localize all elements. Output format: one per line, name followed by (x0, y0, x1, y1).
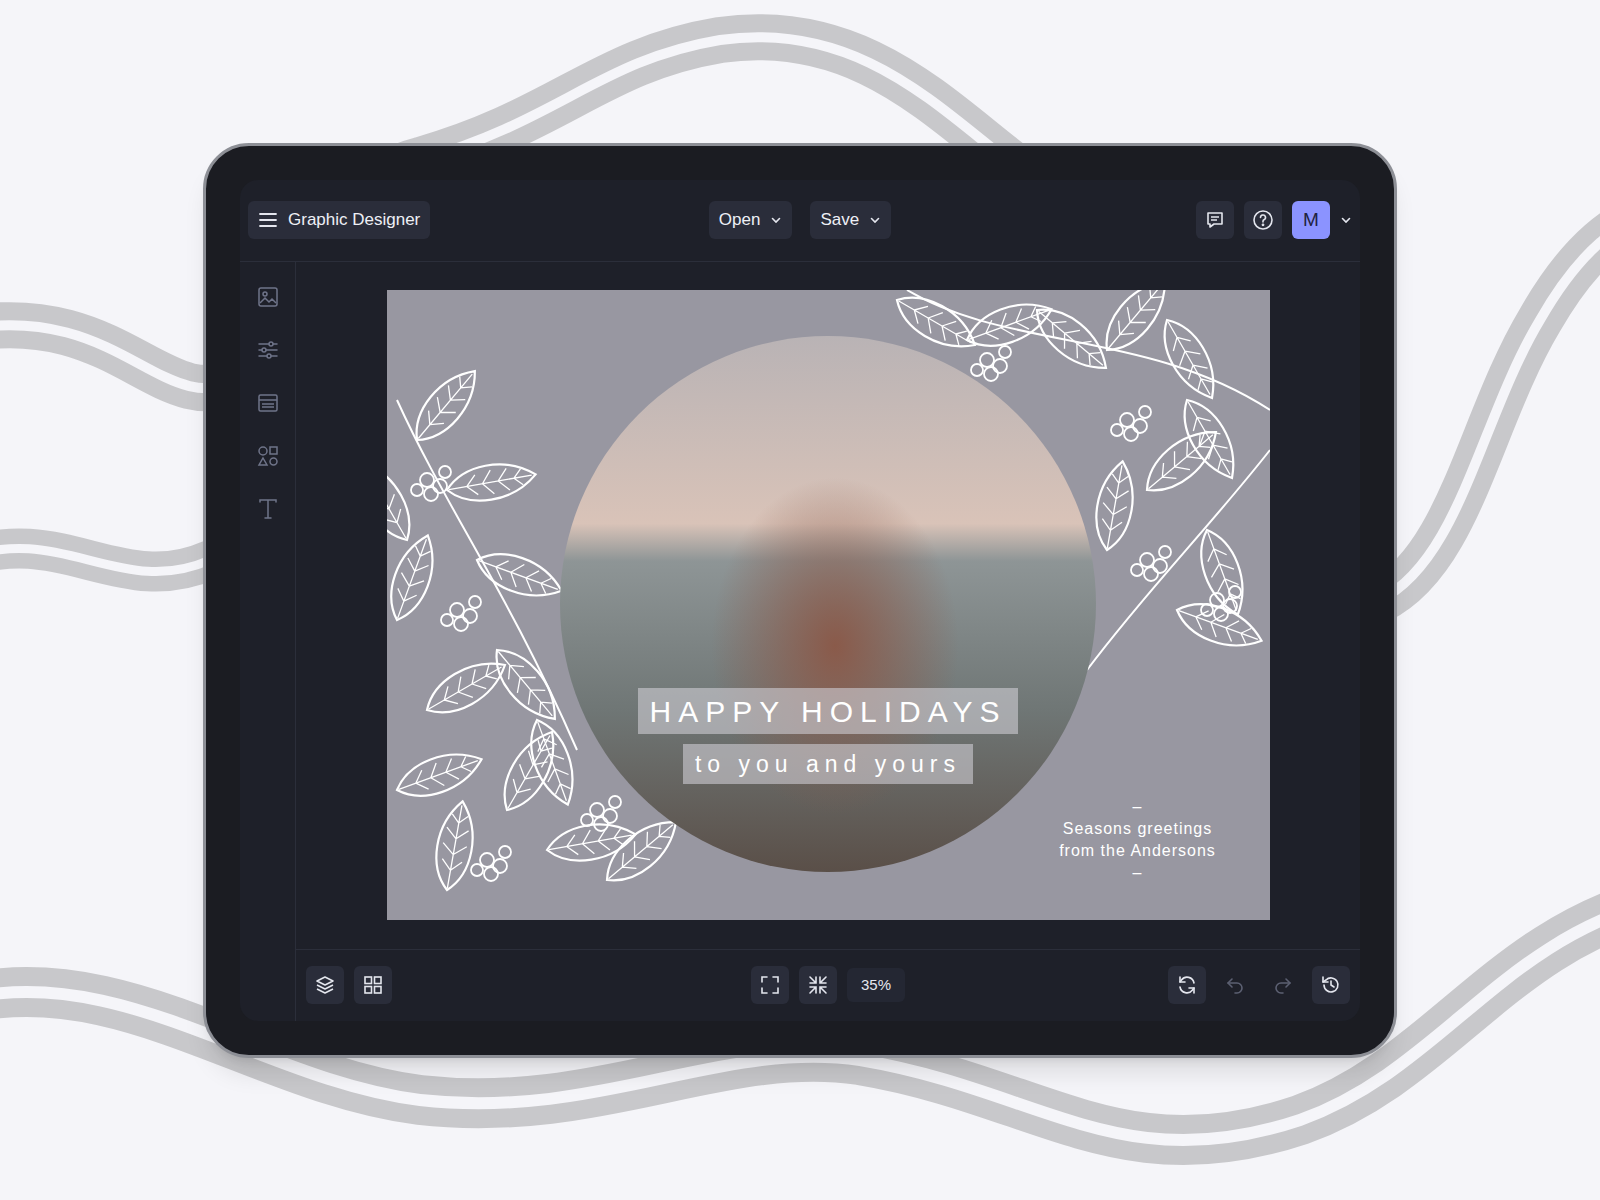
photo[interactable] (560, 336, 1096, 872)
canvas-area: HAPPY HOLIDAYS to you and yours – Season… (296, 262, 1360, 949)
chevron-down-icon (770, 214, 782, 226)
history-icon (1320, 974, 1342, 996)
app-menu-button[interactable]: Graphic Designer (248, 201, 430, 239)
top-bar: Graphic Designer Open Save M (240, 180, 1360, 262)
undo-button[interactable] (1216, 966, 1254, 1004)
chevron-down-icon[interactable] (1340, 214, 1352, 226)
comments-button[interactable] (1196, 201, 1234, 239)
tablet: Graphic Designer Open Save M (203, 143, 1397, 1058)
layers-button[interactable] (306, 966, 344, 1004)
app-title: Graphic Designer (288, 207, 420, 233)
design-card[interactable]: HAPPY HOLIDAYS to you and yours – Season… (387, 290, 1270, 920)
text-tool-icon[interactable] (257, 498, 279, 520)
redo-icon (1272, 974, 1294, 996)
shrink-button[interactable] (799, 966, 837, 1004)
chevron-down-icon (869, 214, 881, 226)
layout-icon[interactable] (257, 392, 279, 414)
redo-button[interactable] (1264, 966, 1302, 1004)
layers-icon (314, 974, 336, 996)
user-avatar[interactable]: M (1292, 201, 1330, 239)
help-icon (1252, 209, 1274, 231)
help-button[interactable] (1244, 201, 1282, 239)
app-screen: Graphic Designer Open Save M (240, 180, 1360, 1021)
menu-label: Open (719, 207, 761, 233)
expand-icon (760, 975, 780, 995)
grid-icon (363, 975, 383, 995)
bottom-bar: 35% (296, 949, 1360, 1021)
refresh-button[interactable] (1168, 966, 1206, 1004)
comment-icon (1205, 210, 1225, 230)
shapes-icon[interactable] (257, 445, 279, 467)
menu-label: Save (820, 207, 859, 233)
menu-dropdown[interactable]: Save (810, 201, 891, 239)
refresh-icon (1176, 974, 1198, 996)
undo-icon (1224, 974, 1246, 996)
shrink-icon (808, 975, 828, 995)
history-button[interactable] (1312, 966, 1350, 1004)
adjustments-icon[interactable] (257, 339, 279, 361)
grid-button[interactable] (354, 966, 392, 1004)
menu-dropdown[interactable]: Open (709, 201, 793, 239)
zoom-level[interactable]: 35% (847, 968, 905, 1002)
image-icon[interactable] (257, 286, 279, 308)
tool-sidebar (240, 262, 296, 1021)
subline[interactable]: to you and yours (683, 744, 973, 784)
fit-screen-button[interactable] (751, 966, 789, 1004)
greeting[interactable]: – Seasons greetings from the Andersons – (1013, 796, 1263, 884)
user-initial: M (1303, 206, 1319, 235)
headline[interactable]: HAPPY HOLIDAYS (638, 688, 1019, 734)
hamburger-icon (258, 212, 278, 228)
